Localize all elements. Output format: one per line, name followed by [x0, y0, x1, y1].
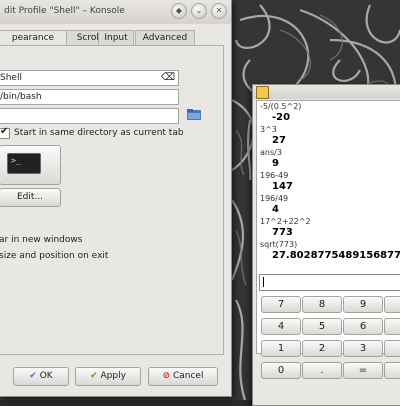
key-equals[interactable]: =	[343, 362, 383, 379]
key-partial[interactable]	[384, 340, 400, 357]
profile-icon-button[interactable]: >_	[0, 145, 61, 185]
expression-input[interactable]	[259, 274, 400, 291]
key-partial[interactable]	[384, 318, 400, 335]
text-cursor	[263, 277, 264, 287]
history-result: 9	[272, 158, 279, 169]
history-result: -20	[272, 112, 291, 123]
checkmark-icon: ✔	[90, 371, 98, 381]
key-1[interactable]: 1	[261, 340, 301, 357]
command-value: /bin/bash	[0, 92, 42, 102]
folder-open-icon[interactable]	[186, 108, 202, 121]
general-settings-pane: Shell ⌫ /bin/bash ✔ Start in same direct…	[0, 45, 224, 355]
dialog-titlebar[interactable]: dit Profile "Shell" – Konsole ◆ ⌄ ✕	[0, 0, 231, 24]
key-8[interactable]: 8	[302, 296, 342, 313]
key-5[interactable]: 5	[302, 318, 342, 335]
calculator-app-icon	[256, 86, 269, 99]
history-expression: 196/49	[260, 194, 289, 203]
minimize-icon[interactable]: ⌄	[191, 3, 207, 19]
ok-button[interactable]: ✔ OK	[13, 367, 69, 386]
history-result: 773	[272, 227, 293, 238]
history-result: 4	[272, 204, 279, 215]
next-column-keys	[384, 296, 400, 380]
tab-advanced[interactable]: Advanced	[135, 30, 195, 45]
key-decimal[interactable]: .	[302, 362, 342, 379]
profile-name-field[interactable]: Shell ⌫	[0, 70, 179, 86]
start-same-dir-checkbox[interactable]: ✔	[0, 126, 10, 139]
calculator-titlebar[interactable]	[253, 85, 400, 99]
cancel-label: Cancel	[172, 371, 204, 381]
apply-button[interactable]: ✔ Apply	[75, 367, 141, 386]
tab-appearance[interactable]: pearance	[0, 30, 67, 46]
ok-label: OK	[39, 371, 53, 381]
checkmark-icon: ✔	[29, 371, 37, 381]
close-icon[interactable]: ✕	[211, 3, 227, 19]
save-size-option-label: size and position on exit	[0, 251, 109, 261]
edit-button[interactable]: Edit...	[0, 188, 61, 207]
history-result: 27.8028775489156877	[272, 250, 400, 261]
profile-name-value: Shell	[0, 73, 22, 83]
restore-icon[interactable]: ◆	[171, 3, 187, 19]
cancel-icon: ⊘	[162, 371, 171, 381]
history-expression: 196-49	[260, 171, 289, 180]
calculator-window: -5/(0.5^2) -20 3^3 27 ans/3 9 196-49 147…	[252, 84, 400, 406]
edit-profile-dialog: dit Profile "Shell" – Konsole ◆ ⌄ ✕ pear…	[0, 0, 232, 397]
apply-label: Apply	[100, 371, 126, 381]
history-expression: sqrt(773)	[260, 240, 298, 249]
checkmark-icon: ✔	[0, 126, 9, 137]
key-6[interactable]: 6	[343, 318, 383, 335]
clear-text-icon[interactable]: ⌫	[161, 71, 175, 85]
initial-directory-field[interactable]	[0, 108, 179, 124]
history-expression: ans/3	[260, 148, 282, 157]
key-partial[interactable]	[384, 296, 400, 313]
key-7[interactable]: 7	[261, 296, 301, 313]
history-expression: 3^3	[260, 125, 277, 134]
new-windows-option-label: ar in new windows	[0, 235, 83, 245]
key-0[interactable]: 0	[261, 362, 301, 379]
key-4[interactable]: 4	[261, 318, 301, 335]
key-3[interactable]: 3	[343, 340, 383, 357]
tab-input[interactable]: Input	[98, 30, 134, 45]
start-same-dir-label: Start in same directory as current tab	[14, 128, 184, 138]
terminal-icon: >_	[7, 153, 41, 174]
key-partial[interactable]	[384, 362, 400, 379]
command-field[interactable]: /bin/bash	[0, 89, 179, 105]
history-expression: 17^2+22^2	[260, 217, 311, 226]
history-result: 147	[272, 181, 293, 192]
history-result: 27	[272, 135, 286, 146]
cancel-button[interactable]: ⊘ Cancel	[148, 367, 218, 386]
calculation-history: -5/(0.5^2) -20 3^3 27 ans/3 9 196-49 147…	[256, 100, 400, 354]
dialog-title: dit Profile "Shell" – Konsole	[4, 6, 125, 16]
key-2[interactable]: 2	[302, 340, 342, 357]
history-expression: -5/(0.5^2)	[260, 102, 302, 111]
key-9[interactable]: 9	[343, 296, 383, 313]
